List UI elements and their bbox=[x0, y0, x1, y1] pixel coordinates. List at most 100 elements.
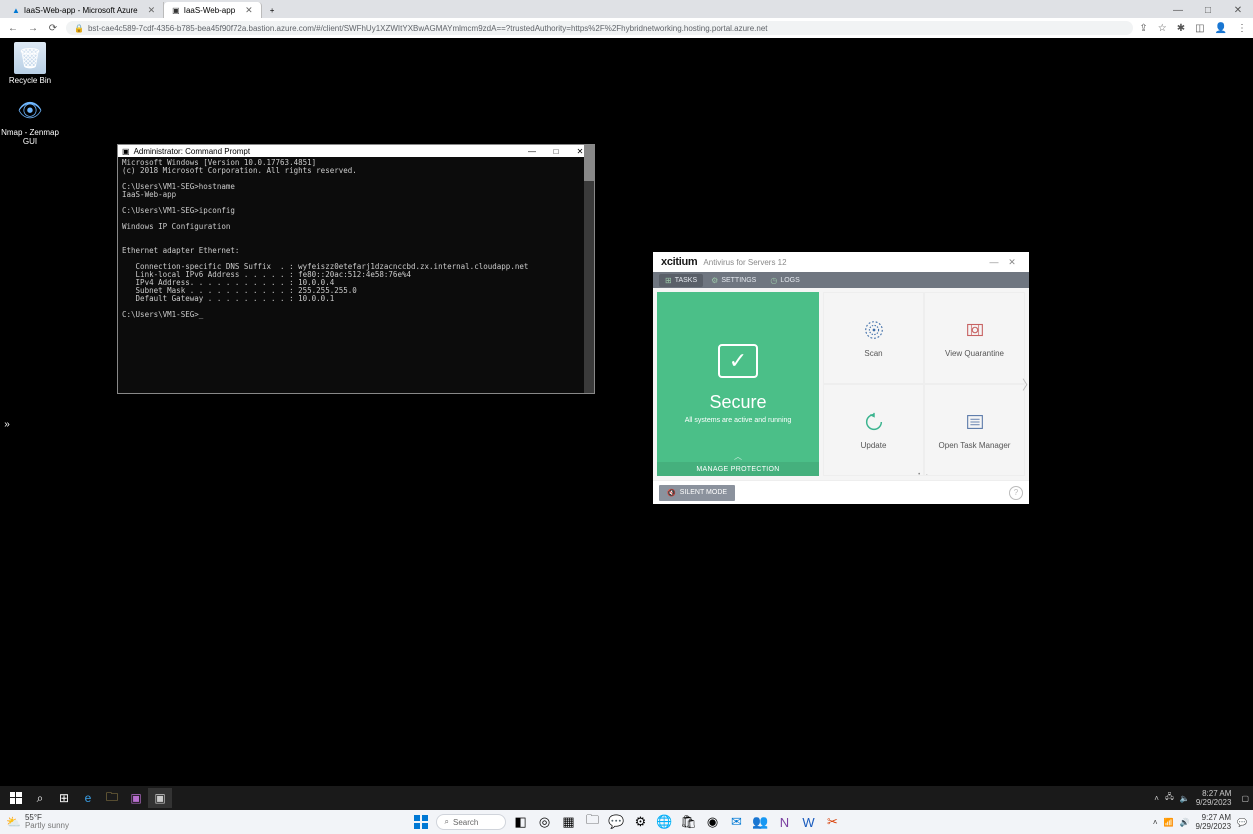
mute-icon: 🔇 bbox=[667, 489, 676, 497]
maximize-button[interactable]: □ bbox=[546, 147, 566, 156]
settings-icon[interactable]: ⚙ bbox=[632, 813, 650, 831]
task-view-icon[interactable]: ◧ bbox=[512, 813, 530, 831]
onenote-icon[interactable]: N bbox=[776, 813, 794, 831]
close-button[interactable]: ✕ bbox=[1003, 257, 1021, 268]
cmd-title-text: Administrator: Command Prompt bbox=[134, 147, 250, 156]
tile-update[interactable]: Update bbox=[823, 384, 924, 476]
back-button[interactable]: ← bbox=[6, 23, 20, 34]
profile-icon[interactable]: 👤 bbox=[1215, 23, 1227, 34]
remote-taskbar: ⌕ ⊞ e 🗀 ▣ ▣ ˄ 🖧 🔈 8:27 AM 9/29/2023 ▢ bbox=[0, 786, 1253, 810]
system-tray[interactable]: ˄ 🖧 🔈 8:27 AM 9/29/2023 ▢ bbox=[1154, 789, 1249, 807]
host-clock[interactable]: 9:27 AM 9/29/2023 bbox=[1195, 813, 1231, 831]
tray-chevron-icon[interactable]: ˄ bbox=[1153, 818, 1158, 827]
bookmark-icon[interactable]: ☆ bbox=[1158, 23, 1167, 34]
edge-icon[interactable]: 🌐 bbox=[656, 813, 674, 831]
clock-date: 9/29/2023 bbox=[1196, 798, 1232, 807]
menu-icon[interactable]: ⋮ bbox=[1237, 23, 1247, 34]
taskbar-clock[interactable]: 8:27 AM 9/29/2023 bbox=[1196, 789, 1236, 807]
teams-icon[interactable]: 👥 bbox=[752, 813, 770, 831]
tab-settings[interactable]: ⚙ SETTINGS bbox=[705, 274, 762, 287]
chrome-icon[interactable]: ◉ bbox=[704, 813, 722, 831]
silent-mode-button[interactable]: 🔇 SILENT MODE bbox=[659, 485, 735, 501]
outlook-icon[interactable]: ✉ bbox=[728, 813, 746, 831]
taskbar-search[interactable]: ⌕ Search bbox=[436, 814, 506, 830]
tray-chevron-icon[interactable]: ˄ bbox=[1154, 794, 1159, 803]
tasks-icon: ⊞ bbox=[665, 276, 672, 285]
taskbar-right: ˄ 📶 🔊 9:27 AM 9/29/2023 💬 bbox=[1153, 813, 1247, 831]
reload-button[interactable]: ⟳ bbox=[46, 23, 60, 34]
tile-task-manager[interactable]: Open Task Manager bbox=[924, 384, 1025, 476]
cmd-output[interactable]: Microsoft Windows [Version 10.0.17763.48… bbox=[118, 157, 594, 393]
tab-label: LOGS bbox=[780, 277, 799, 284]
close-button[interactable]: ✕ bbox=[1223, 2, 1253, 18]
tab-label: SETTINGS bbox=[721, 277, 756, 284]
cmd-taskbar-icon[interactable]: ▣ bbox=[148, 788, 172, 808]
av-footer: 🔇 SILENT MODE ? bbox=[653, 480, 1029, 504]
desktop-icon-nmap[interactable]: 👁 Nmap - Zenmap GUI bbox=[0, 94, 60, 146]
tab-iaas[interactable]: ▣ IaaS-Web-app ✕ bbox=[164, 2, 262, 18]
minimize-button[interactable]: — bbox=[522, 147, 542, 156]
snip-icon[interactable]: ✂ bbox=[824, 813, 842, 831]
share-icon[interactable]: ⇪ bbox=[1139, 23, 1147, 34]
wifi-icon[interactable]: 📶 bbox=[1164, 818, 1174, 827]
explorer-icon[interactable]: 🗀 bbox=[100, 788, 124, 808]
av-titlebar[interactable]: xcitium Antivirus for Servers 12 — ✕ bbox=[653, 252, 1029, 272]
tab-title: IaaS-Web-app bbox=[184, 6, 235, 15]
start-button[interactable] bbox=[4, 788, 28, 808]
scan-icon bbox=[863, 319, 885, 341]
widgets-icon[interactable]: ▦ bbox=[560, 813, 578, 831]
toolbar-right: ⇪ ☆ ✱ ◫ 👤 ⋮ bbox=[1139, 23, 1247, 34]
network-icon[interactable]: 🖧 bbox=[1165, 791, 1174, 805]
tab-logs[interactable]: ◷ LOGS bbox=[764, 274, 805, 287]
sound-icon[interactable]: 🔈 bbox=[1180, 794, 1190, 803]
browser-chrome: ▲ IaaS-Web-app - Microsoft Azure ✕ ▣ Iaa… bbox=[0, 0, 1253, 38]
minimize-button[interactable]: — bbox=[1163, 2, 1193, 18]
notifications-icon[interactable]: ▢ bbox=[1241, 794, 1249, 803]
explorer-icon[interactable]: 🗀 bbox=[584, 813, 602, 831]
settings-icon: ⚙ bbox=[711, 276, 718, 285]
tab-azure[interactable]: ▲ IaaS-Web-app - Microsoft Azure ✕ bbox=[4, 2, 164, 18]
desktop-icon-recycle[interactable]: 🗑 Recycle Bin bbox=[0, 42, 60, 85]
maximize-button[interactable]: □ bbox=[1193, 2, 1223, 18]
tab-tasks[interactable]: ⊞ TASKS bbox=[659, 274, 703, 287]
chat-icon[interactable]: 💬 bbox=[608, 813, 626, 831]
clock-time: 9:27 AM bbox=[1195, 813, 1231, 822]
search-button[interactable]: ⌕ bbox=[28, 788, 52, 808]
new-tab-button[interactable]: + bbox=[262, 2, 283, 18]
notifications-icon[interactable]: 💬 bbox=[1237, 818, 1247, 827]
quarantine-icon bbox=[964, 319, 986, 341]
forward-button[interactable]: → bbox=[26, 23, 40, 34]
next-page-icon[interactable]: 〉 bbox=[1022, 375, 1035, 394]
close-icon[interactable]: ✕ bbox=[245, 5, 253, 16]
icon-label: Recycle Bin bbox=[9, 76, 51, 85]
bastion-clipboard-handle[interactable]: » bbox=[0, 417, 14, 431]
minimize-button[interactable]: — bbox=[985, 257, 1003, 267]
host-taskbar: ⛅ 55°F Partly sunny ⌕ Search ◧ ◎ ▦ 🗀 💬 ⚙… bbox=[0, 810, 1253, 834]
expand-up-icon[interactable]: ︿ bbox=[734, 451, 742, 462]
tile-scan[interactable]: Scan bbox=[823, 292, 924, 384]
azure-icon: ▲ bbox=[12, 6, 20, 15]
extensions-icon[interactable]: ✱ bbox=[1177, 23, 1185, 34]
recycle-bin-icon: 🗑 bbox=[14, 42, 46, 74]
tile-quarantine[interactable]: View Quarantine bbox=[924, 292, 1025, 384]
help-button[interactable]: ? bbox=[1009, 486, 1023, 500]
cmd-scrollbar[interactable] bbox=[584, 145, 594, 393]
ie-icon[interactable]: e bbox=[76, 788, 100, 808]
address-bar[interactable]: 🔒 bst-cae4c589-7cdf-4356-b785-bea45f90f7… bbox=[66, 21, 1133, 35]
word-icon[interactable]: W bbox=[800, 813, 818, 831]
side-panel-icon[interactable]: ◫ bbox=[1195, 23, 1204, 34]
close-icon[interactable]: ✕ bbox=[148, 5, 156, 16]
task-view-button[interactable]: ⊞ bbox=[52, 788, 76, 808]
search-placeholder: Search bbox=[453, 818, 478, 827]
start-button[interactable] bbox=[412, 813, 430, 831]
app-icon[interactable]: ▣ bbox=[124, 788, 148, 808]
lock-icon: 🔒 bbox=[74, 24, 84, 33]
manage-protection-button[interactable]: MANAGE PROTECTION bbox=[657, 462, 819, 476]
sound-icon[interactable]: 🔊 bbox=[1179, 818, 1189, 827]
weather-widget[interactable]: ⛅ 55°F Partly sunny bbox=[6, 814, 69, 830]
cmd-window: ▣ Administrator: Command Prompt — □ ✕ Mi… bbox=[117, 144, 595, 394]
cmd-titlebar[interactable]: ▣ Administrator: Command Prompt — □ ✕ bbox=[118, 145, 594, 157]
store-icon[interactable]: 🛍 bbox=[680, 813, 698, 831]
remote-desktop[interactable]: 🗑 Recycle Bin 👁 Nmap - Zenmap GUI » ▣ Ad… bbox=[0, 38, 1253, 810]
copilot-icon[interactable]: ◎ bbox=[536, 813, 554, 831]
